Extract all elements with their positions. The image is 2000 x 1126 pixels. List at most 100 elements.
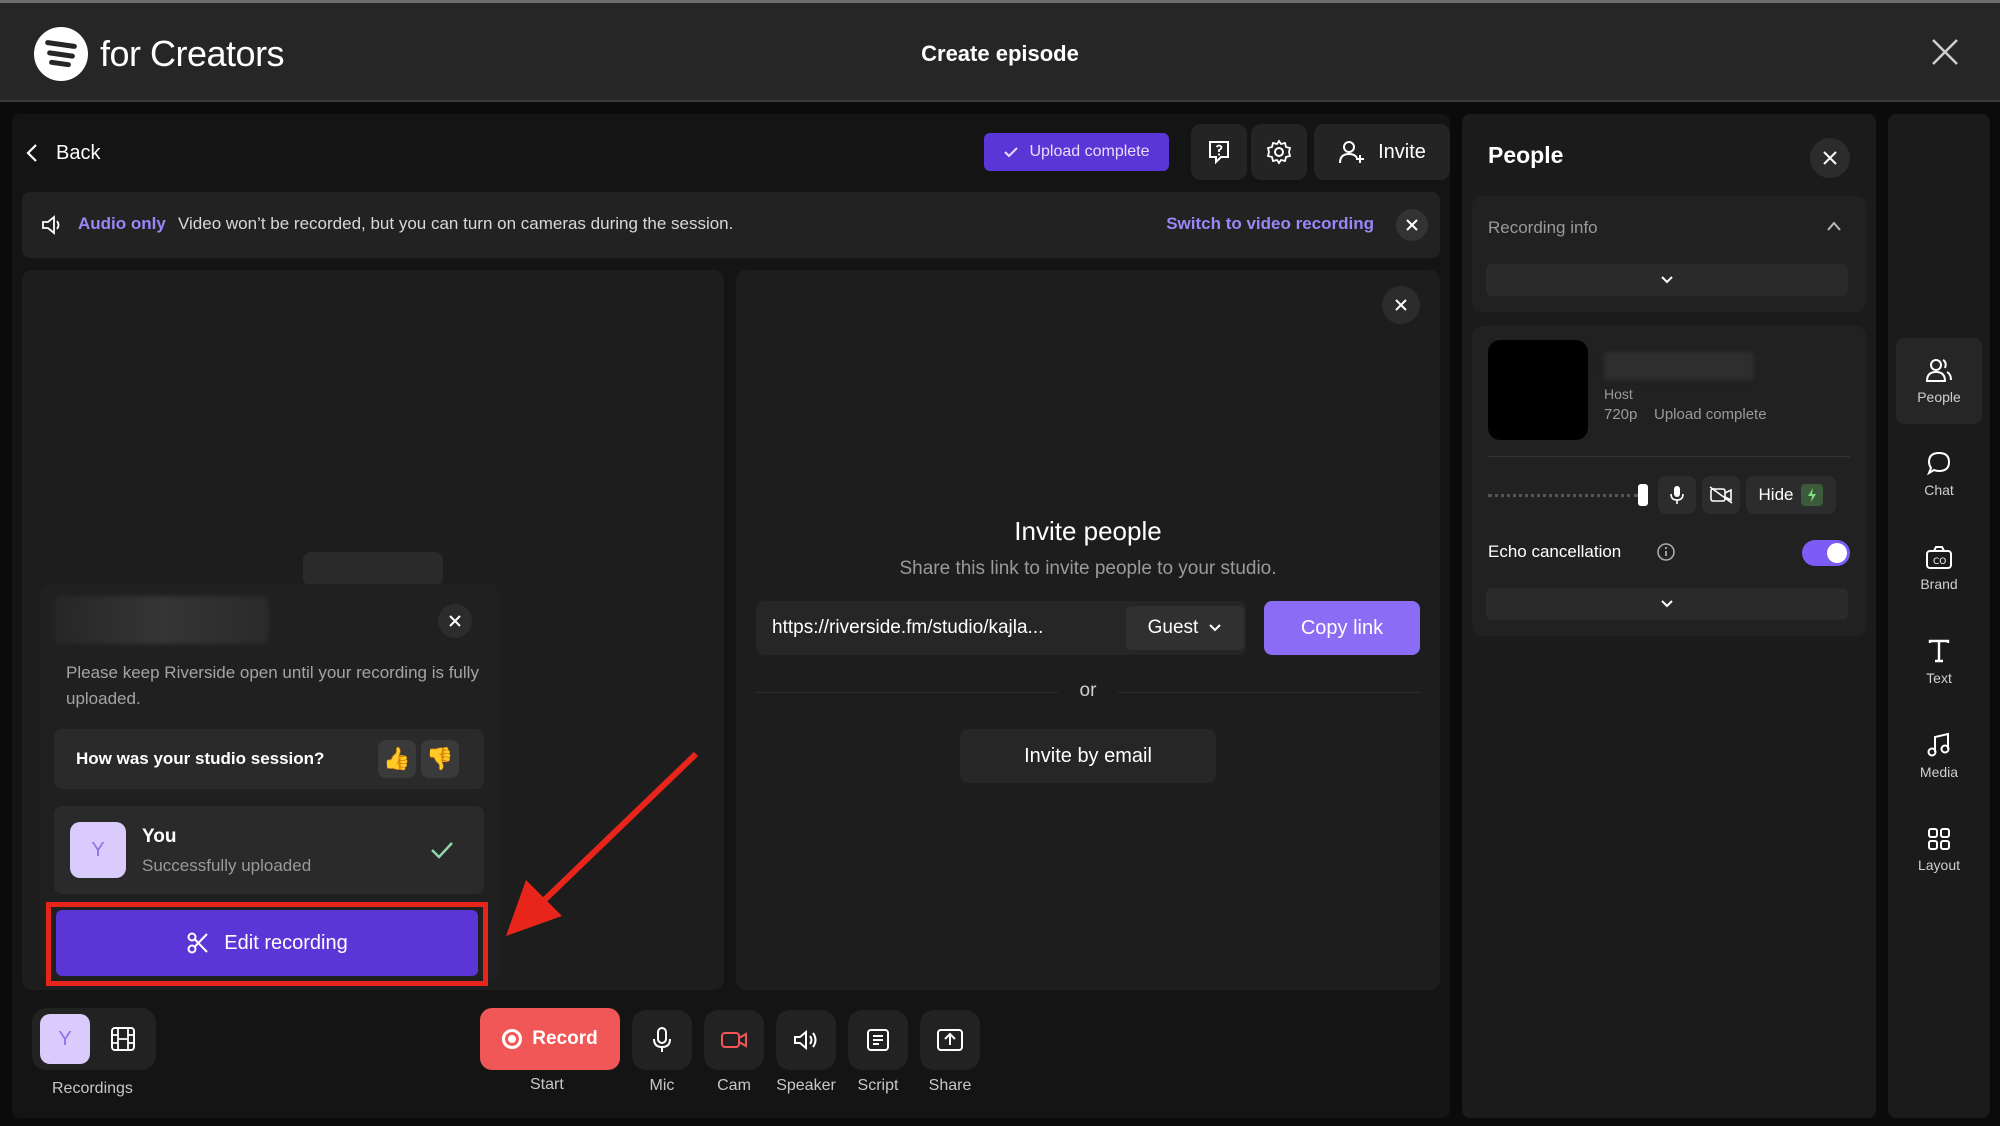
audio-only-label: Audio only bbox=[78, 214, 166, 233]
speaker-label: Speaker bbox=[776, 1077, 836, 1094]
thumbs-up-button[interactable]: 👍 bbox=[378, 740, 416, 778]
participant-upload-row: Y You Successfully uploaded bbox=[54, 806, 484, 894]
lightning-icon bbox=[1801, 484, 1824, 506]
close-icon[interactable] bbox=[1930, 37, 1960, 67]
participant-name: You bbox=[142, 826, 177, 847]
settings-button[interactable] bbox=[1251, 124, 1307, 180]
thumbs-down-button[interactable]: 👎 bbox=[421, 740, 459, 778]
text-icon bbox=[1928, 639, 1950, 663]
recordings-button[interactable] bbox=[98, 1014, 148, 1064]
record-button[interactable]: Record bbox=[480, 1008, 620, 1070]
layout-icon bbox=[1928, 828, 1950, 850]
people-panel-close-button[interactable] bbox=[1810, 138, 1850, 178]
audio-only-banner: Audio only Video won’t be recorded, but … bbox=[22, 192, 1440, 258]
close-icon bbox=[1823, 151, 1837, 165]
feedback-question: How was your studio session? bbox=[76, 749, 325, 768]
brand-icon: CO bbox=[1926, 546, 1952, 569]
sidebar-item-chat[interactable]: Chat bbox=[1896, 436, 1982, 512]
microphone-icon bbox=[653, 1027, 671, 1052]
people-panel-title: People bbox=[1488, 142, 1564, 168]
invite-button[interactable]: Invite bbox=[1314, 124, 1450, 180]
popup-close-button[interactable] bbox=[438, 604, 472, 638]
participant-status: Successfully uploaded bbox=[142, 856, 312, 875]
camera-off-icon bbox=[1709, 486, 1733, 504]
back-button[interactable]: Back bbox=[26, 138, 100, 168]
participant-resolution: 720p bbox=[1604, 406, 1638, 423]
speaker-icon bbox=[794, 1029, 817, 1051]
help-button[interactable] bbox=[1191, 124, 1247, 180]
top-bar: for Creators Create episode bbox=[0, 0, 2000, 102]
check-icon bbox=[1004, 147, 1019, 158]
invite-close-button[interactable] bbox=[1382, 286, 1420, 324]
recordings-avatar[interactable]: Y bbox=[40, 1014, 90, 1064]
banner-close-button[interactable] bbox=[1396, 209, 1428, 241]
recording-info-dropdown[interactable] bbox=[1486, 264, 1848, 296]
participant-video-thumbnail bbox=[1488, 340, 1588, 440]
page-title: Create episode bbox=[921, 41, 1079, 66]
add-person-icon bbox=[1339, 141, 1365, 164]
svg-text:CO: CO bbox=[1933, 557, 1946, 567]
echo-cancellation-label: Echo cancellation bbox=[1488, 542, 1622, 561]
sidebar-item-people[interactable]: People bbox=[1896, 338, 1982, 424]
blurred-participant-name bbox=[1604, 352, 1754, 380]
participant-role: Host bbox=[1604, 386, 1633, 402]
share-button[interactable] bbox=[920, 1010, 980, 1070]
participant-mic-button[interactable] bbox=[1658, 476, 1696, 514]
chevron-left-icon bbox=[26, 144, 37, 162]
media-icon bbox=[1927, 732, 1950, 757]
mic-label: Mic bbox=[649, 1077, 675, 1094]
share-label: Share bbox=[928, 1077, 972, 1094]
invite-by-email-button[interactable]: Invite by email bbox=[960, 729, 1216, 783]
script-icon bbox=[867, 1029, 889, 1051]
copy-link-button[interactable]: Copy link bbox=[1264, 601, 1420, 655]
scissors-icon bbox=[187, 932, 209, 954]
chevron-down-icon bbox=[1209, 624, 1222, 632]
microphone-icon bbox=[1670, 486, 1684, 504]
gear-icon bbox=[1266, 139, 1292, 165]
film-icon bbox=[111, 1027, 135, 1051]
speaker-icon bbox=[42, 215, 60, 235]
participant-upload-status: Upload complete bbox=[1654, 406, 1767, 423]
volume-slider-handle[interactable] bbox=[1638, 484, 1648, 506]
people-panel: People Recording info Host 720p Upload c… bbox=[1462, 114, 1876, 1118]
blurred-title bbox=[54, 596, 269, 644]
edit-recording-button[interactable]: Edit recording bbox=[56, 910, 478, 976]
volume-slider[interactable] bbox=[1488, 494, 1638, 498]
feedback-row: How was your studio session? 👍 👎 bbox=[54, 729, 484, 789]
share-screen-icon bbox=[937, 1029, 963, 1051]
invite-title: Invite people bbox=[1014, 516, 1162, 546]
speaker-button[interactable] bbox=[776, 1010, 836, 1070]
annotation-arrow bbox=[506, 751, 699, 936]
recording-info-section: Recording info bbox=[1472, 196, 1866, 312]
people-icon bbox=[1925, 359, 1952, 382]
info-icon[interactable] bbox=[1656, 542, 1676, 562]
sidebar-item-text[interactable]: Text bbox=[1896, 624, 1982, 700]
chevron-up-icon[interactable] bbox=[1826, 220, 1842, 232]
invite-subtitle: Share this link to invite people to your… bbox=[899, 558, 1277, 579]
script-label: Script bbox=[857, 1077, 899, 1094]
cam-label: Cam bbox=[717, 1077, 751, 1094]
avatar: Y bbox=[70, 822, 126, 878]
camera-icon bbox=[721, 1032, 747, 1048]
sidebar-item-media[interactable]: Media bbox=[1896, 718, 1982, 794]
hide-button[interactable]: Hide bbox=[1746, 476, 1836, 514]
script-button[interactable] bbox=[848, 1010, 908, 1070]
record-dot-icon bbox=[502, 1029, 523, 1049]
chat-icon bbox=[1926, 451, 1951, 476]
echo-cancellation-toggle[interactable] bbox=[1802, 540, 1850, 566]
chevron-down-icon bbox=[1661, 276, 1673, 284]
sidebar-item-brand[interactable]: CO Brand bbox=[1896, 530, 1982, 606]
switch-to-video-link[interactable]: Switch to video recording bbox=[1166, 214, 1374, 234]
mic-button[interactable] bbox=[632, 1010, 692, 1070]
close-icon bbox=[1406, 219, 1418, 231]
upload-complete-badge: Upload complete bbox=[984, 133, 1169, 171]
sidebar-item-layout[interactable]: Layout bbox=[1896, 812, 1982, 888]
participant-settings-dropdown[interactable] bbox=[1486, 588, 1848, 620]
cam-button[interactable] bbox=[704, 1010, 764, 1070]
check-icon bbox=[431, 842, 453, 859]
role-select[interactable]: Guest bbox=[1126, 606, 1244, 650]
recordings-label: Recordings bbox=[52, 1080, 133, 1097]
invite-tile: Invite people Share this link to invite … bbox=[736, 270, 1440, 990]
banner-message: Video won’t be recorded, but you can tur… bbox=[178, 214, 734, 233]
participant-cam-button[interactable] bbox=[1702, 476, 1740, 514]
